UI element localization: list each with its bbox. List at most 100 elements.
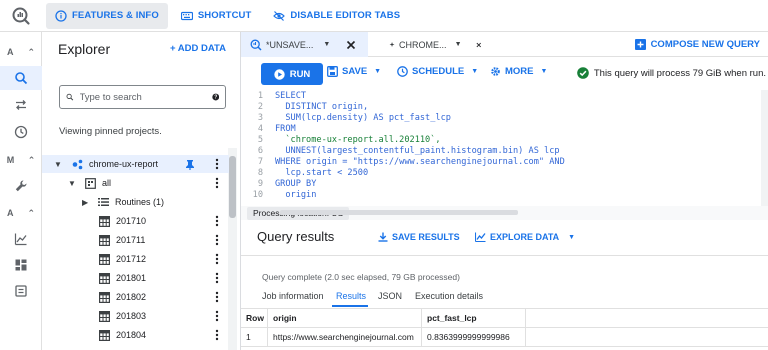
features-info-button[interactable]: FEATURES & INFO bbox=[46, 2, 168, 29]
kebab-menu-icon[interactable] bbox=[211, 234, 223, 246]
table-grid-icon bbox=[99, 291, 110, 303]
tree-table-row[interactable]: 201711 bbox=[42, 231, 229, 249]
clock-icon[interactable] bbox=[0, 120, 42, 144]
tab-json[interactable]: JSON bbox=[378, 291, 402, 301]
chevron-up-icon: ⌃ bbox=[27, 154, 36, 165]
process-message-text: This query will process 79 GiB when run. bbox=[593, 67, 766, 79]
project-name: chrome-ux-report bbox=[89, 159, 159, 169]
more-button[interactable]: MORE ▼ bbox=[490, 66, 547, 77]
explore-data-button[interactable]: EXPLORE DATA ▼ bbox=[475, 232, 575, 242]
help-icon[interactable]: ? bbox=[211, 91, 220, 103]
explorer-search-box: ? bbox=[59, 85, 226, 109]
active-tab-indicator bbox=[332, 305, 368, 307]
column-header-origin[interactable]: origin bbox=[268, 309, 422, 327]
transfers-icon[interactable] bbox=[0, 93, 42, 117]
query-results-title: Query results bbox=[257, 229, 335, 244]
tree-dataset-row[interactable]: ▼ all bbox=[42, 174, 229, 192]
query-results-panel: Query results SAVE RESULTS EXPLORE DATA … bbox=[241, 220, 768, 350]
tab-job-information[interactable]: Job information bbox=[262, 291, 324, 301]
tab-unsaved-query[interactable]: *UNSAVE... ▼ bbox=[241, 32, 368, 57]
column-header-pct-fast-lcp[interactable]: pct_fast_lcp bbox=[422, 309, 526, 327]
sql-editor[interactable]: 1 SELECT 2 DISTINCT origin, 3 SUM(lcp.den… bbox=[241, 90, 761, 206]
keyboard-icon bbox=[180, 11, 193, 20]
editor-horizontal-scrollbar[interactable] bbox=[280, 210, 518, 215]
table-grid-icon bbox=[99, 253, 110, 265]
caret-down-icon[interactable]: ▼ bbox=[68, 179, 76, 188]
kebab-menu-icon[interactable] bbox=[211, 291, 223, 303]
tab-results[interactable]: Results bbox=[336, 291, 366, 301]
tree-table-row[interactable]: 201710 bbox=[42, 212, 229, 230]
tree-project-row[interactable]: ▼ chrome-ux-report bbox=[42, 155, 229, 173]
close-icon[interactable] bbox=[346, 40, 356, 50]
column-header-row[interactable]: Row bbox=[241, 309, 268, 327]
analytics-chart-icon[interactable] bbox=[0, 227, 42, 251]
caret-right-icon[interactable]: ▶ bbox=[82, 198, 88, 207]
save-results-button[interactable]: SAVE RESULTS bbox=[378, 232, 460, 242]
line-number: 10 bbox=[252, 190, 263, 201]
code-text: SUM(lcp.density) AS pct_fast_lcp bbox=[275, 113, 451, 124]
kebab-menu-icon[interactable] bbox=[211, 329, 223, 341]
wrench-icon[interactable] bbox=[0, 174, 42, 198]
table-row[interactable]: 1 https://www.searchenginejournal.com 0.… bbox=[241, 328, 768, 347]
tree-table-row[interactable]: 201802 bbox=[42, 288, 229, 306]
tab-chrome-query[interactable]: CHROME... ▼ bbox=[380, 32, 490, 57]
tree-table-row[interactable]: 201803 bbox=[42, 307, 229, 325]
table-header-row: Row origin pct_fast_lcp bbox=[241, 308, 768, 328]
editor-scrollbar[interactable] bbox=[761, 90, 768, 206]
kebab-menu-icon[interactable] bbox=[211, 158, 223, 170]
check-circle-icon bbox=[577, 67, 589, 79]
line-number: 7 bbox=[257, 157, 263, 168]
tab-chrome-label: CHROME... bbox=[399, 39, 447, 50]
code-line: 6 UNNEST(largest_contentful_paint.histog… bbox=[241, 146, 560, 157]
shortcut-label: SHORTCUT bbox=[197, 10, 252, 21]
close-icon[interactable] bbox=[476, 40, 482, 50]
code-line: 4 FROM bbox=[241, 124, 296, 135]
tab-execution-details[interactable]: Execution details bbox=[415, 291, 483, 301]
explorer-search-input[interactable] bbox=[79, 91, 212, 103]
document-icon[interactable] bbox=[0, 279, 42, 303]
kebab-menu-icon[interactable] bbox=[211, 215, 223, 227]
kebab-menu-icon[interactable] bbox=[211, 272, 223, 284]
code-line: 3 SUM(lcp.density) AS pct_fast_lcp bbox=[241, 113, 451, 124]
code-text: GROUP BY bbox=[275, 179, 317, 190]
save-button[interactable]: SAVE ▼ bbox=[327, 66, 381, 77]
add-data-button[interactable]: + ADD DATA bbox=[170, 43, 226, 54]
tree-table-row[interactable]: 201712 bbox=[42, 250, 229, 268]
table-name: 201804 bbox=[116, 330, 147, 340]
kebab-menu-icon[interactable] bbox=[211, 310, 223, 322]
bigquery-logo-icon[interactable] bbox=[0, 0, 42, 32]
line-number: 1 bbox=[257, 91, 263, 102]
tree-table-row[interactable]: 201804 bbox=[42, 326, 229, 344]
search-icon[interactable] bbox=[0, 66, 42, 90]
rail-section-toggle[interactable]: M ⌃ bbox=[0, 152, 42, 168]
tree-table-row[interactable]: 201801 bbox=[42, 269, 229, 287]
rail-section-letter: M bbox=[6, 155, 15, 165]
dashboard-icon[interactable] bbox=[0, 253, 42, 277]
caret-down-icon[interactable]: ▼ bbox=[323, 41, 330, 48]
caret-down-icon[interactable]: ▼ bbox=[54, 160, 62, 169]
plus-box-icon bbox=[634, 39, 646, 50]
pin-icon[interactable] bbox=[185, 159, 195, 170]
features-info-label: FEATURES & INFO bbox=[72, 10, 159, 21]
shortcut-button[interactable]: SHORTCUT bbox=[172, 3, 261, 29]
schedule-button[interactable]: SCHEDULE ▼ bbox=[397, 66, 478, 77]
more-label: MORE bbox=[505, 66, 534, 77]
run-button[interactable]: RUN bbox=[261, 63, 323, 85]
disable-editor-tabs-button[interactable]: DISABLE EDITOR TABS bbox=[264, 3, 409, 29]
rail-section-toggle[interactable]: A ⌃ bbox=[0, 205, 42, 221]
code-line: 9 GROUP BY bbox=[241, 179, 317, 190]
caret-down-icon: ▼ bbox=[568, 233, 576, 241]
pct-fast-lcp-cell: 0.8363999999999986 bbox=[422, 328, 526, 346]
left-nav-rail: A ⌃ M ⌃ A ⌃ bbox=[0, 32, 42, 350]
code-line: 10 origin bbox=[241, 190, 317, 201]
tree-routines-row[interactable]: ▶ Routines (1) bbox=[42, 193, 229, 211]
kebab-menu-icon[interactable] bbox=[211, 177, 223, 189]
code-text: lcp.start < 2500 bbox=[275, 168, 369, 179]
compose-new-query-button[interactable]: COMPOSE NEW QUERY bbox=[634, 39, 760, 50]
explorer-scrollbar[interactable] bbox=[229, 156, 236, 218]
download-icon bbox=[378, 232, 388, 242]
caret-down-icon[interactable]: ▼ bbox=[455, 41, 462, 48]
rail-section-toggle[interactable]: A ⌃ bbox=[0, 44, 42, 60]
line-number: 6 bbox=[257, 146, 263, 157]
kebab-menu-icon[interactable] bbox=[211, 253, 223, 265]
